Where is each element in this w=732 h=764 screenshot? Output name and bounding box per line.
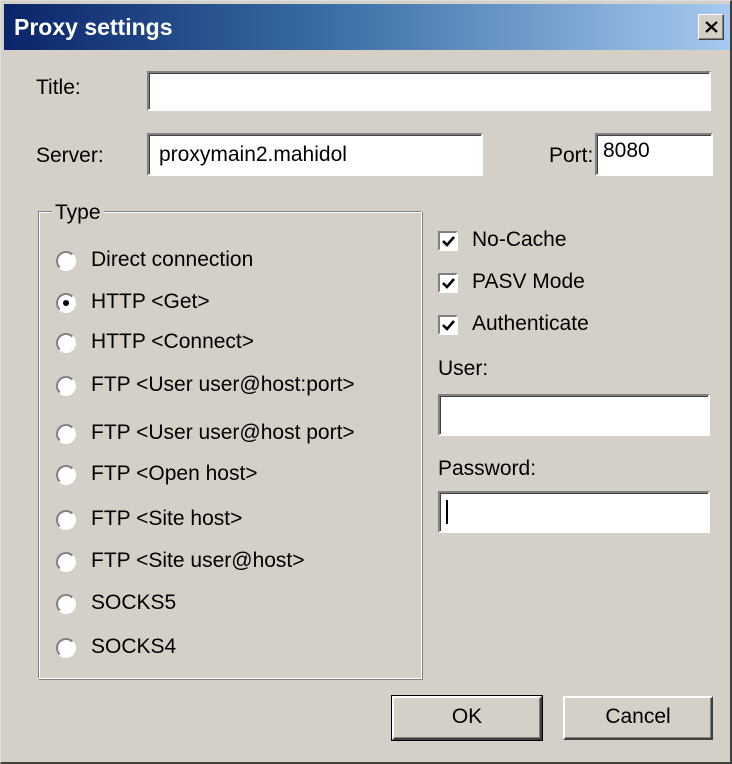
text-caret: [446, 500, 448, 524]
type-option-label: Direct connection: [91, 248, 254, 271]
type-radio-button[interactable]: [56, 251, 76, 271]
type-radio-button[interactable]: [56, 465, 76, 485]
type-option-label: SOCKS5: [91, 591, 177, 614]
type-radio-button[interactable]: [56, 510, 76, 530]
password-label: Password:: [438, 457, 537, 480]
radio-dot-icon: [63, 300, 69, 306]
type-option-label: SOCKS4: [91, 635, 177, 658]
close-button[interactable]: [698, 14, 724, 40]
pasv-mode-checkbox[interactable]: [438, 273, 458, 293]
type-option-label: HTTP <Connect>: [91, 330, 255, 353]
type-option-label: FTP <Site host>: [91, 507, 243, 530]
close-icon: [705, 21, 718, 33]
title-label: Title:: [36, 76, 81, 99]
type-radio-button[interactable]: [56, 552, 76, 572]
authenticate-label: Authenticate: [472, 312, 589, 335]
server-field[interactable]: proxymain2.mahidol: [147, 133, 483, 176]
type-radio-button[interactable]: [56, 594, 76, 614]
port-field[interactable]: 8080: [595, 133, 713, 176]
type-group-legend: Type: [52, 201, 104, 225]
type-option-label: FTP <Open host>: [91, 462, 258, 485]
type-radio-button[interactable]: [56, 424, 76, 444]
type-radio-button[interactable]: [56, 333, 76, 353]
no-cache-label: No-Cache: [472, 228, 567, 251]
type-radio-button[interactable]: [56, 293, 76, 313]
type-option-label: FTP <User user@host:port>: [91, 373, 355, 396]
user-field[interactable]: [438, 394, 710, 436]
type-option-label: HTTP <Get>: [91, 290, 210, 313]
password-field[interactable]: [438, 491, 710, 533]
type-option-label: FTP <User user@host port>: [91, 421, 355, 444]
server-label: Server:: [36, 144, 104, 167]
title-bar[interactable]: Proxy settings: [4, 4, 730, 50]
check-icon: [442, 320, 455, 331]
pasv-mode-label: PASV Mode: [472, 270, 585, 293]
authenticate-checkbox[interactable]: [438, 315, 458, 335]
check-icon: [442, 236, 455, 247]
title-field[interactable]: [147, 71, 711, 111]
cancel-button[interactable]: Cancel: [563, 696, 713, 740]
port-label: Port:: [549, 144, 594, 167]
user-label: User:: [438, 357, 489, 380]
ok-button[interactable]: OK: [391, 695, 543, 741]
type-radio-button[interactable]: [56, 638, 76, 658]
check-icon: [442, 278, 455, 289]
no-cache-checkbox[interactable]: [438, 231, 458, 251]
proxy-settings-dialog: Proxy settings Title: Server: proxymain2…: [0, 0, 732, 764]
window-title: Proxy settings: [14, 14, 173, 40]
type-option-label: FTP <Site user@host>: [91, 549, 305, 572]
type-radio-button[interactable]: [56, 376, 76, 396]
